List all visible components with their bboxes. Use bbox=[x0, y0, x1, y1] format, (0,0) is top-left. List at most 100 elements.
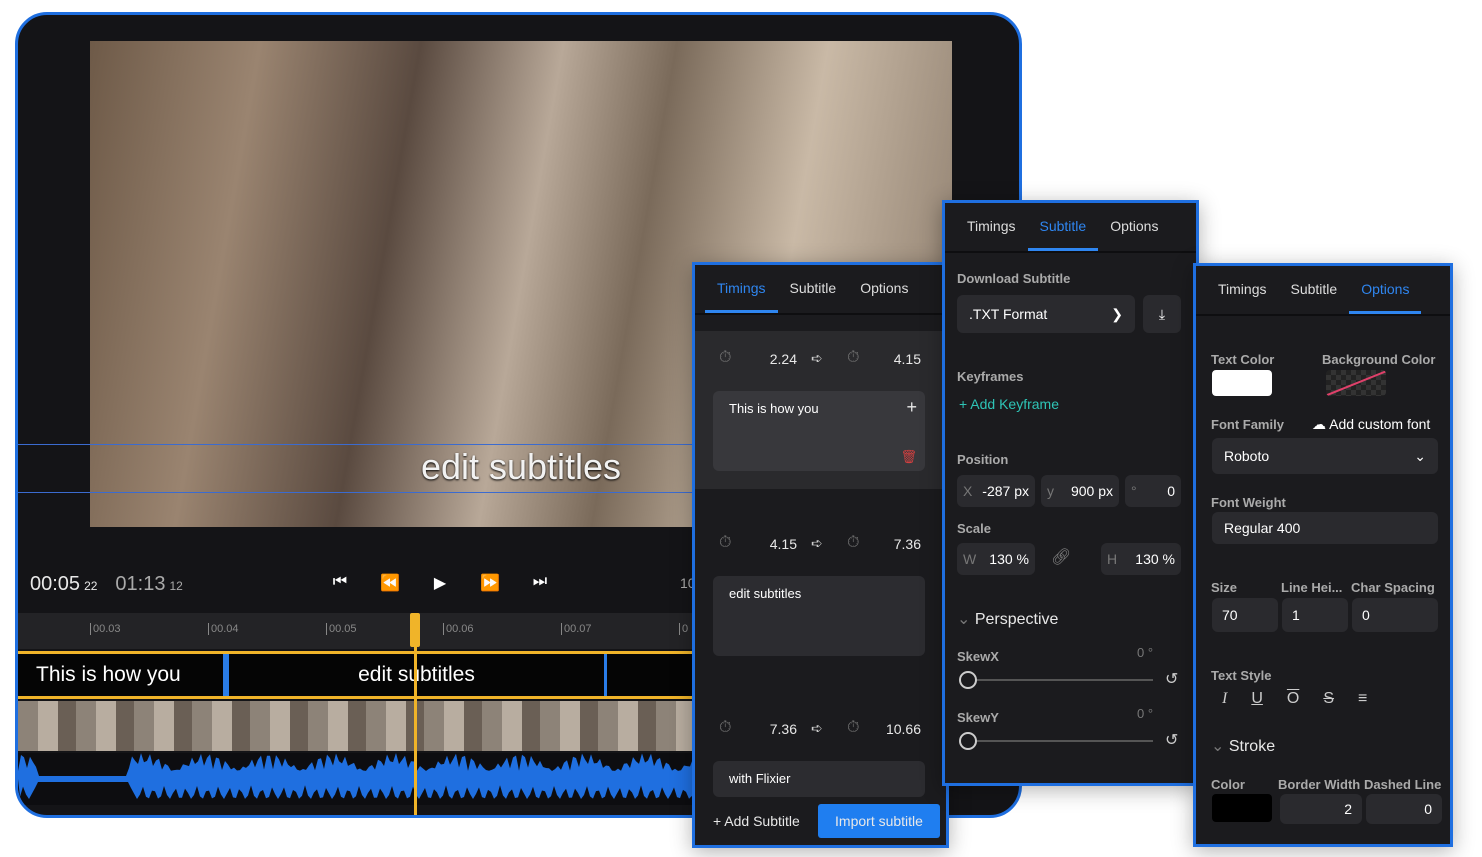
subtitle-text: with Flixier bbox=[729, 771, 791, 786]
font-weight-select[interactable]: Regular 400 bbox=[1212, 512, 1438, 544]
keyframes-label: Keyframes bbox=[957, 369, 1024, 384]
border-width-value: 2 bbox=[1344, 801, 1352, 817]
underline-icon[interactable]: U bbox=[1251, 690, 1263, 708]
rotation-prefix: ° bbox=[1131, 483, 1137, 499]
tab-subtitle[interactable]: Subtitle bbox=[778, 265, 849, 313]
tab-subtitle[interactable]: Subtitle bbox=[1027, 203, 1099, 251]
reset-icon[interactable]: ↺ bbox=[1165, 730, 1178, 750]
position-x-input[interactable]: X -287 px bbox=[957, 475, 1035, 507]
end-time: 4.15 bbox=[893, 351, 921, 367]
y-prefix: y bbox=[1047, 483, 1054, 499]
subtitle-text-input[interactable]: with Flixier bbox=[713, 761, 925, 797]
add-keyframe-button[interactable]: + Add Keyframe bbox=[959, 396, 1059, 412]
perspective-toggle[interactable]: ⌄ Perspective bbox=[957, 609, 1058, 629]
timeline-ruler[interactable]: 00.03 00.04 00.05 00.06 00.07 0 bbox=[18, 613, 698, 649]
strikethrough-icon[interactable]: S bbox=[1323, 690, 1334, 708]
segment-text: This is how you bbox=[36, 663, 181, 686]
line-height-input[interactable]: 1 bbox=[1282, 598, 1348, 632]
start-time-input[interactable]: ⏱ 4.15 bbox=[713, 528, 797, 560]
skewy-slider[interactable] bbox=[967, 740, 1153, 742]
skewx-value: 0 ° bbox=[1137, 645, 1154, 660]
dashed-line-value: 0 bbox=[1424, 801, 1432, 817]
timer-icon: ⏱ bbox=[719, 349, 732, 366]
italic-icon[interactable]: I bbox=[1222, 690, 1227, 708]
end-time: 7.36 bbox=[893, 536, 921, 552]
stroke-toggle[interactable]: ⌄ Stroke bbox=[1211, 736, 1275, 756]
x-value: -287 px bbox=[982, 483, 1029, 499]
skewx-slider-handle[interactable] bbox=[959, 671, 977, 689]
skewx-label: SkewX bbox=[957, 649, 999, 664]
cloud-upload-icon: ☁ bbox=[1312, 416, 1330, 432]
start-time: 7.36 bbox=[769, 721, 797, 737]
end-time-input[interactable]: ⏱ 7.36 bbox=[841, 528, 925, 560]
skewx-slider[interactable] bbox=[967, 679, 1153, 681]
chevron-down-icon: ⌄ bbox=[957, 611, 975, 628]
timer-icon: ⏱ bbox=[847, 534, 860, 551]
reset-icon[interactable]: ↺ bbox=[1165, 669, 1178, 689]
char-spacing-input[interactable]: 0 bbox=[1352, 598, 1438, 632]
ruler-tick: 0 bbox=[679, 623, 688, 635]
plus-icon[interactable]: + bbox=[906, 397, 917, 418]
video-filmstrip[interactable] bbox=[18, 701, 698, 751]
rewind-icon[interactable]: ⏪ bbox=[378, 573, 402, 593]
subtitle-text: This is how you bbox=[729, 401, 819, 416]
add-custom-font-button[interactable]: ☁ Add custom font bbox=[1312, 416, 1430, 433]
playhead-handle[interactable] bbox=[410, 613, 420, 647]
subtitle-text-input[interactable]: This is how you + 🗑︎ bbox=[713, 391, 925, 471]
scale-label: Scale bbox=[957, 521, 991, 536]
fast-forward-icon[interactable]: ⏩ bbox=[478, 573, 502, 593]
text-color-swatch[interactable] bbox=[1212, 370, 1272, 396]
add-subtitle-button[interactable]: + Add Subtitle bbox=[713, 813, 800, 829]
tab-timings[interactable]: Timings bbox=[705, 265, 778, 313]
play-icon[interactable]: ▶ bbox=[428, 573, 452, 593]
timer-icon: ⏱ bbox=[847, 719, 860, 736]
skip-back-icon[interactable]: ⏮ bbox=[328, 573, 352, 593]
font-family-value: Roboto bbox=[1224, 448, 1270, 464]
track-segment[interactable]: This is how you bbox=[18, 654, 226, 696]
skip-forward-icon[interactable]: ⏭ bbox=[528, 573, 552, 593]
audio-waveform[interactable] bbox=[18, 753, 698, 805]
tab-options[interactable]: Options bbox=[848, 265, 920, 313]
position-y-input[interactable]: y 900 px bbox=[1041, 475, 1119, 507]
link-icon[interactable]: 🔗︎ bbox=[1051, 547, 1071, 567]
tab-options[interactable]: Options bbox=[1349, 266, 1422, 314]
end-time-input[interactable]: ⏱ 10.66 bbox=[841, 713, 925, 745]
arrow-right-icon: ➪ bbox=[811, 350, 823, 366]
start-time-input[interactable]: ⏱ 7.36 bbox=[713, 713, 797, 745]
font-family-select[interactable]: Roboto ⌄ bbox=[1212, 438, 1438, 474]
border-width-input[interactable]: 2 bbox=[1280, 794, 1362, 824]
subtitle-panel: Timings Subtitle Options Download Subtit… bbox=[942, 200, 1199, 786]
add-font-label: Add custom font bbox=[1329, 416, 1431, 432]
end-time-input[interactable]: ⏱ 4.15 bbox=[841, 343, 925, 375]
tab-subtitle[interactable]: Subtitle bbox=[1279, 266, 1350, 314]
dashed-line-label: Dashed Line bbox=[1364, 777, 1442, 792]
format-select[interactable]: .TXT Format ❯ bbox=[957, 295, 1135, 333]
scale-w-input[interactable]: W 130 % bbox=[957, 543, 1035, 575]
ruler-tick: 00.04 bbox=[208, 623, 239, 635]
start-time-input[interactable]: ⏱ 2.24 bbox=[713, 343, 797, 375]
import-subtitle-button[interactable]: Import subtitle bbox=[818, 804, 940, 838]
overline-icon[interactable]: O bbox=[1287, 690, 1299, 708]
align-center-icon[interactable]: ≡ bbox=[1358, 690, 1367, 708]
tab-options[interactable]: Options bbox=[1098, 203, 1170, 251]
trash-icon[interactable]: 🗑︎ bbox=[900, 449, 917, 465]
stroke-color-label: Color bbox=[1211, 777, 1245, 792]
plus-icon: + bbox=[959, 396, 971, 412]
bg-color-swatch[interactable] bbox=[1326, 370, 1386, 396]
y-value: 900 px bbox=[1070, 483, 1113, 499]
dashed-line-input[interactable]: 0 bbox=[1366, 794, 1442, 824]
subtitle-text-input[interactable]: edit subtitles bbox=[713, 576, 925, 656]
size-input[interactable]: 70 bbox=[1212, 598, 1278, 632]
rotation-input[interactable]: ° 0 bbox=[1125, 475, 1181, 507]
download-button[interactable]: ⤓ bbox=[1143, 295, 1181, 333]
scale-h-input[interactable]: H 130 % bbox=[1101, 543, 1181, 575]
skewy-slider-handle[interactable] bbox=[959, 732, 977, 750]
ruler-tick: 00.07 bbox=[561, 623, 592, 635]
stroke-color-swatch[interactable] bbox=[1212, 794, 1272, 822]
rotation-value: 0 bbox=[1167, 483, 1175, 499]
bg-color-label: Background Color bbox=[1322, 352, 1436, 367]
line-height-value: 1 bbox=[1292, 607, 1300, 623]
tab-timings[interactable]: Timings bbox=[955, 203, 1028, 251]
w-prefix: W bbox=[963, 551, 977, 567]
tab-timings[interactable]: Timings bbox=[1206, 266, 1279, 314]
